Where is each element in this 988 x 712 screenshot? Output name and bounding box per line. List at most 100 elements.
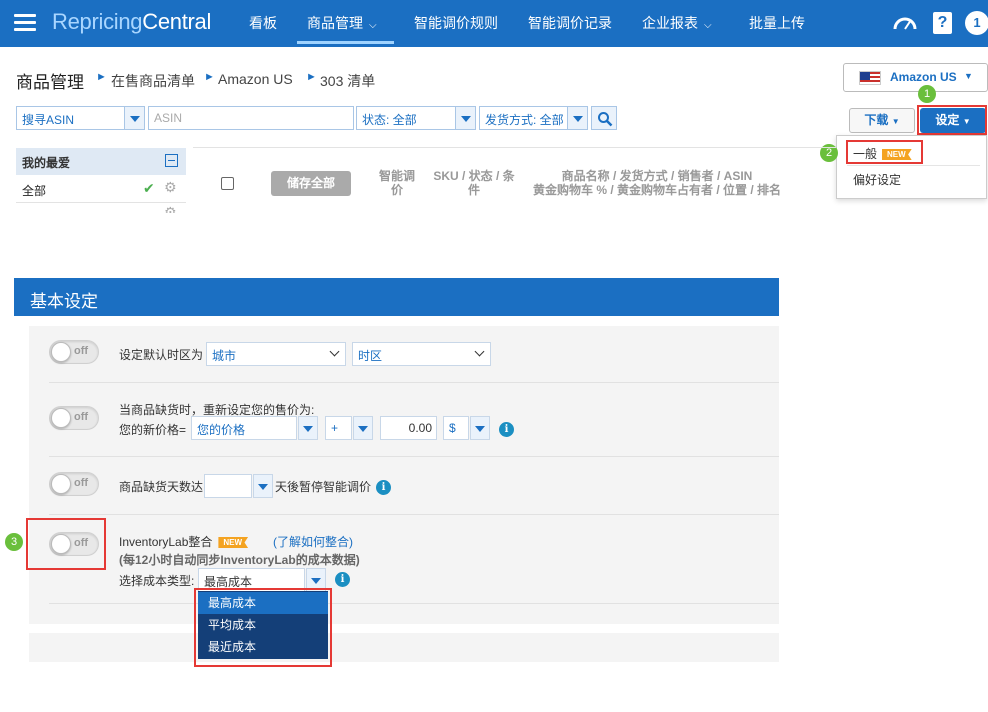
- nav-repricing-log[interactable]: 智能调价记录: [528, 13, 612, 33]
- favorites-header-label: 我的最爱: [22, 156, 71, 170]
- city-select-value: 城市: [212, 349, 237, 363]
- highlight-cost-dropdown: [194, 588, 332, 667]
- help-icon[interactable]: ?: [933, 12, 952, 34]
- nav-bulk-upload[interactable]: 批量上传: [749, 13, 805, 33]
- column-header-product-info[interactable]: 商品名称 / 发货方式 / 销售者 / ASIN 黄金购物车 % / 黄金购物车占…: [530, 169, 784, 197]
- nav-dashboard[interactable]: 看板: [249, 13, 277, 33]
- store-selector[interactable]: Amazon US ▼: [843, 63, 988, 92]
- timezone-label: 设定默认时区为: [119, 348, 204, 362]
- toggle-state-label: off: [74, 345, 89, 357]
- nav-bulk-upload-label: 批量上传: [749, 15, 805, 31]
- column-header-line: SKU / 状态 / 条: [433, 169, 515, 183]
- toggle-state-label: off: [74, 411, 89, 423]
- pause-days-prefix: 商品缺货天数达: [119, 480, 204, 494]
- currency-value: $: [449, 421, 456, 435]
- price-amount-input[interactable]: 0.00: [380, 416, 437, 440]
- nav-repricing-rules-label: 智能调价规则: [414, 15, 498, 31]
- basic-settings-footer: [29, 633, 779, 662]
- menu-divider: [847, 165, 980, 166]
- chevron-down-icon: [474, 346, 485, 357]
- highlight-general-item: [846, 140, 923, 164]
- caret-down-icon[interactable]: [124, 107, 144, 129]
- caret-down-icon[interactable]: [298, 416, 318, 440]
- pause-days-input[interactable]: [204, 474, 252, 498]
- nav-dashboard-label: 看板: [249, 15, 277, 31]
- checkmark-icon[interactable]: ✔: [143, 180, 155, 197]
- breadcrumb-arrow-icon: ►: [204, 71, 215, 83]
- caret-down-icon[interactable]: [455, 107, 475, 129]
- pause-days-toggle[interactable]: off: [49, 472, 99, 496]
- favorites-item-all[interactable]: 全部 ✔ ⚙: [16, 176, 186, 203]
- breadcrumb-list[interactable]: 303 清单: [320, 71, 375, 91]
- status-filter-value: 状态: 全部: [362, 113, 417, 127]
- collapse-icon[interactable]: [165, 154, 178, 167]
- caret-down-icon[interactable]: [567, 107, 587, 129]
- menu-item-preferences[interactable]: 偏好设定: [853, 171, 901, 188]
- breadcrumb-listing[interactable]: 在售商品清单: [111, 71, 195, 91]
- caret-down-icon: ▼: [964, 71, 973, 81]
- fulfillment-filter-value: 发货方式: 全部: [485, 113, 564, 127]
- step-marker-3: 3: [5, 533, 23, 551]
- column-header-line: 商品名称 / 发货方式 / 销售者 / ASIN: [561, 169, 753, 183]
- cost-type-label: 选择成本类型:: [119, 574, 195, 588]
- page-title: 商品管理: [16, 73, 84, 92]
- search-field-select-value: 搜寻ASIN: [22, 113, 75, 127]
- speedometer-icon[interactable]: [892, 13, 918, 31]
- info-icon[interactable]: i: [376, 480, 391, 495]
- breadcrumb-marketplace[interactable]: Amazon US: [218, 71, 293, 87]
- nav-active-indicator: [297, 41, 394, 44]
- search-icon: [598, 112, 613, 127]
- out-of-stock-price-toggle[interactable]: off: [49, 406, 99, 430]
- toggle-knob: [51, 342, 71, 362]
- operator-value: +: [331, 421, 339, 435]
- caret-down-icon[interactable]: [353, 416, 373, 440]
- download-button-label: 下载: [864, 113, 889, 127]
- gear-icon[interactable]: ⚙: [164, 179, 177, 196]
- currency-select[interactable]: $: [443, 416, 469, 440]
- column-header-smart-repricing[interactable]: 智能调价: [374, 169, 420, 197]
- column-header-line: 智能调: [378, 169, 415, 183]
- timezone-select-value: 时区: [358, 349, 383, 363]
- city-select[interactable]: 城市: [206, 342, 346, 366]
- info-icon[interactable]: i: [499, 422, 514, 437]
- learn-integration-link[interactable]: (了解如何整合): [273, 533, 353, 550]
- gear-icon: ⚙: [164, 204, 177, 213]
- column-header-sku-status[interactable]: SKU / 状态 / 条件: [430, 169, 518, 197]
- nav-repricing-rules[interactable]: 智能调价规则: [414, 13, 498, 33]
- inventorylab-title: InventoryLab整合 NEW: [119, 533, 249, 550]
- search-field-select[interactable]: 搜寻ASIN: [16, 106, 145, 130]
- basic-settings-title: 基本设定: [30, 292, 98, 311]
- download-button[interactable]: 下载 ▼: [849, 108, 915, 133]
- operator-select[interactable]: +: [325, 416, 352, 440]
- timezone-toggle[interactable]: off: [49, 340, 99, 364]
- caret-down-icon[interactable]: [470, 416, 490, 440]
- nav-enterprise-reports[interactable]: 企业报表 ⌵: [642, 13, 712, 33]
- nav-product-management[interactable]: 商品管理 ⌵: [307, 13, 377, 33]
- chevron-down-icon: [329, 346, 340, 357]
- info-icon[interactable]: i: [335, 572, 350, 587]
- app-logo[interactable]: RepricingCentral: [52, 9, 211, 35]
- favorites-header[interactable]: 我的最爱: [16, 148, 186, 175]
- chevron-down-icon: ⌵: [704, 20, 712, 31]
- price-basis-value: 您的价格: [197, 423, 246, 437]
- hamburger-menu-icon[interactable]: [14, 14, 36, 32]
- column-header-line: 黄金购物车 % / 黄金购物车占有者 / 位置 / 排名: [532, 183, 781, 197]
- favorites-item-partial: ⚙: [16, 203, 186, 213]
- fulfillment-filter-select[interactable]: 发货方式: 全部: [479, 106, 588, 130]
- timezone-select[interactable]: 时区: [352, 342, 491, 366]
- caret-down-icon[interactable]: [253, 474, 273, 498]
- save-all-button[interactable]: 储存全部: [271, 171, 351, 196]
- inventorylab-sync-note: (每12小时自动同步InventoryLab的成本数据): [119, 553, 360, 567]
- select-all-checkbox[interactable]: [221, 177, 234, 190]
- status-filter-select[interactable]: 状态: 全部: [356, 106, 476, 130]
- price-basis-select[interactable]: 您的价格: [191, 416, 297, 440]
- column-header-line: 价: [390, 183, 403, 197]
- price-amount-value: 0.00: [408, 421, 432, 435]
- search-input-placeholder: ASIN: [154, 111, 183, 125]
- new-price-label: 您的新价格=: [119, 423, 187, 437]
- notification-badge[interactable]: 1: [965, 11, 988, 35]
- search-button[interactable]: [591, 106, 617, 130]
- breadcrumb-arrow-icon: ►: [306, 71, 317, 83]
- search-input[interactable]: ASIN: [148, 106, 354, 130]
- top-nav-bar: RepricingCentral 看板 商品管理 ⌵ 智能调价规则 智能调价记录 …: [0, 0, 988, 47]
